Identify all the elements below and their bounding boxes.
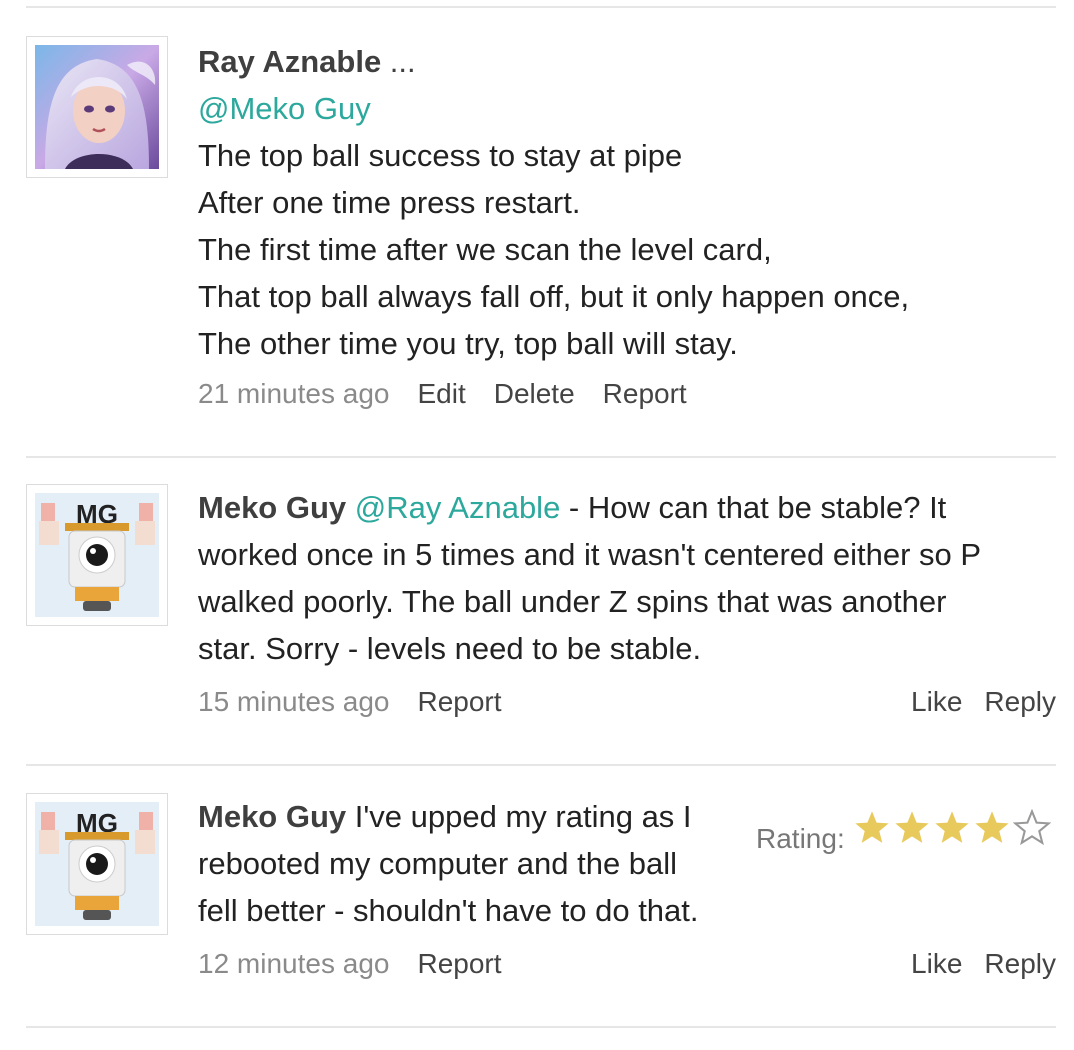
rating-stars	[853, 809, 1051, 847]
avatar[interactable]: MG	[26, 484, 168, 626]
star-filled-icon	[935, 811, 969, 843]
comment-meta: 15 minutes ago Report	[198, 685, 502, 719]
comment-meta: 21 minutes ago Edit Delete Report	[198, 377, 687, 411]
avatar-robot-logo-image: MG	[35, 493, 159, 617]
divider	[26, 456, 1056, 458]
star-filled-icon	[895, 811, 929, 843]
rating-label: Rating:	[756, 823, 845, 854]
comment-body: Meko Guy I've upped my rating as I reboo…	[198, 793, 699, 934]
mention-link[interactable]: @Meko Guy	[198, 85, 909, 132]
comment-text-line: rebooted my computer and the ball	[198, 846, 678, 881]
like-button[interactable]: Like	[911, 685, 962, 719]
comment-thread: Ray Aznable ... @Meko Guy The top ball s…	[0, 0, 1074, 1050]
comment-body: Ray Aznable ... @Meko Guy The top ball s…	[198, 38, 909, 367]
comment: Ray Aznable ... @Meko Guy The top ball s…	[0, 36, 1074, 456]
comment-text-line: walked poorly. The ball under Z spins th…	[198, 584, 947, 619]
comment-meta: 12 minutes ago Report	[198, 947, 502, 981]
avatar-robot-logo-image: MG	[35, 802, 159, 926]
report-link[interactable]: Report	[417, 685, 501, 719]
timestamp: 15 minutes ago	[198, 686, 390, 717]
divider	[26, 6, 1056, 8]
comment-text-line: I've upped my rating as I	[346, 799, 692, 834]
comment-actions: Like Reply	[911, 685, 1056, 719]
comment-author[interactable]: Meko Guy	[198, 799, 346, 834]
rating-widget: Rating:	[756, 801, 1051, 855]
comment-text-line: After one time press restart.	[198, 185, 581, 220]
star-filled-icon	[855, 811, 889, 843]
comment-text-line: That top ball always fall off, but it on…	[198, 279, 910, 314]
like-button[interactable]: Like	[911, 947, 962, 981]
comment-body: Meko Guy @Ray Aznable - How can that be …	[198, 484, 981, 672]
comment-text-line: star. Sorry - levels need to be stable.	[198, 631, 702, 666]
comment-actions: Like Reply	[911, 947, 1056, 981]
comment-text-line: The other time you try, top ball will st…	[198, 326, 738, 361]
avatar[interactable]: MG	[26, 793, 168, 935]
edit-link[interactable]: Edit	[417, 377, 465, 411]
star-filled-icon	[975, 811, 1009, 843]
comment: MG Meko Guy @Ray Aznable - How can that …	[0, 484, 1074, 764]
avatar[interactable]	[26, 36, 168, 178]
author-ellipsis: ...	[381, 44, 416, 79]
report-link[interactable]: Report	[603, 377, 687, 411]
delete-link[interactable]: Delete	[494, 377, 575, 411]
divider	[26, 764, 1056, 766]
comment-text-line: worked once in 5 times and it wasn't cen…	[198, 537, 982, 572]
star-empty-icon	[1012, 809, 1051, 846]
comment-text-line: The first time after we scan the level c…	[198, 232, 772, 267]
comment-author[interactable]: Ray Aznable	[198, 44, 381, 79]
comment-text-line: fell better - shouldn't have to do that.	[198, 893, 699, 928]
comment-text-line: - How can that be stable? It	[560, 490, 947, 525]
divider	[26, 1026, 1056, 1028]
reply-button[interactable]: Reply	[984, 685, 1056, 719]
timestamp: 21 minutes ago	[198, 378, 390, 409]
report-link[interactable]: Report	[417, 947, 501, 981]
reply-button[interactable]: Reply	[984, 947, 1056, 981]
timestamp: 12 minutes ago	[198, 948, 390, 979]
comment-text-line: The top ball success to stay at pipe	[198, 138, 683, 173]
mention-link[interactable]: @Ray Aznable	[355, 490, 561, 525]
avatar-anime-portrait-image	[35, 45, 159, 169]
comment: MG Meko Guy I've upped my rating as I re…	[0, 793, 1074, 1023]
comment-author[interactable]: Meko Guy	[198, 490, 346, 525]
